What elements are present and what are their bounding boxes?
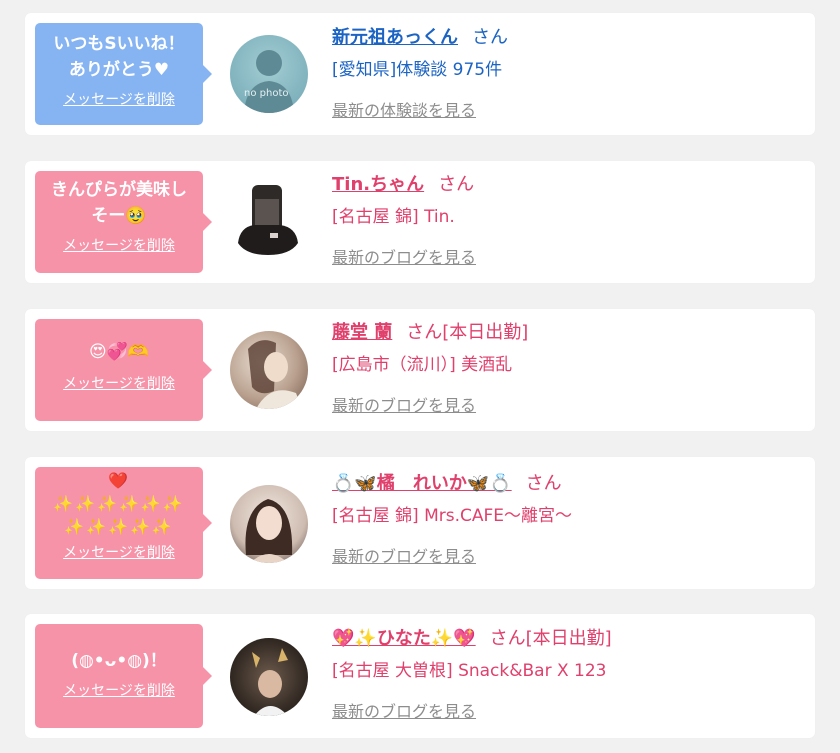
delete-message-link[interactable]: メッセージを削除: [41, 682, 197, 700]
avatar[interactable]: no photo: [230, 35, 308, 113]
message-list: いつもSいいね！ ありがとう♥ メッセージを削除 no photo 新元祖あっく…: [0, 0, 840, 753]
honorific: さん: [472, 27, 508, 48]
message-card: いつもSいいね！ ありがとう♥ メッセージを削除 no photo 新元祖あっく…: [25, 13, 815, 135]
avatar-illustration-icon: [238, 185, 298, 255]
view-latest-link[interactable]: 最新のブログを見る: [332, 392, 476, 416]
view-latest-link[interactable]: 最新のブログを見る: [332, 543, 476, 567]
user-location: [名古屋 大曽根] Snack&Bar X 123: [332, 661, 607, 681]
message-text: (◍•ᴗ•◍)！: [71, 651, 167, 671]
delete-message-link[interactable]: メッセージを削除: [41, 375, 197, 393]
message-text: ❤️ ✨✨✨✨✨✨ ✨✨✨✨✨: [53, 471, 185, 536]
avatar[interactable]: [230, 638, 308, 716]
name-row: 新元祖あっくん さん: [332, 25, 508, 51]
honorific: さん[本日出勤]: [406, 322, 529, 343]
message-bubble: (◍•ᴗ•◍)！ メッセージを削除: [35, 624, 212, 728]
message-card: (◍•ᴗ•◍)！ メッセージを削除 💖✨ひなた✨💖 さん[本日出勤] [名古屋 大…: [25, 614, 815, 738]
message-bubble: 😍💞🫶 メッセージを削除: [35, 319, 212, 421]
name-row: 💍🦋橘 れいか🦋💍 さん: [332, 471, 572, 497]
avatar-placeholder-text: no photo: [244, 88, 289, 99]
message-bubble: いつもSいいね！ ありがとう♥ メッセージを削除: [35, 23, 212, 125]
delete-message-link[interactable]: メッセージを削除: [41, 91, 197, 109]
user-name-link[interactable]: 💖✨ひなた✨💖: [332, 628, 476, 649]
delete-message-link[interactable]: メッセージを削除: [41, 544, 197, 562]
avatar-photo-icon: [252, 648, 288, 716]
message-card: 😍💞🫶 メッセージを削除 藤堂 蘭さん[本日出勤] [広島市（流川）] 美酒乱 …: [25, 309, 815, 431]
avatar-photo-icon: [248, 340, 302, 409]
user-name-link[interactable]: 💍🦋橘 れいか🦋💍: [332, 473, 512, 494]
user-name-link[interactable]: 新元祖あっくん: [332, 27, 458, 48]
card-info: 藤堂 蘭さん[本日出勤] [広島市（流川）] 美酒乱 最新のブログを見る: [332, 320, 528, 416]
view-latest-link[interactable]: 最新の体験談を見る: [332, 97, 476, 121]
avatar-photo-icon: [245, 499, 293, 563]
avatar[interactable]: [230, 485, 308, 563]
card-info: Tin.ちゃん さん [名古屋 錦] Tin. 最新のブログを見る: [332, 172, 476, 268]
user-location: [愛知県]体験談 975件: [332, 60, 503, 80]
user-location: [名古屋 錦] Mrs.CAFE～離宮～: [332, 506, 573, 526]
name-row: 藤堂 蘭さん[本日出勤]: [332, 320, 528, 346]
delete-message-link[interactable]: メッセージを削除: [41, 237, 197, 255]
name-row: 💖✨ひなた✨💖 さん[本日出勤]: [332, 626, 612, 652]
view-latest-link[interactable]: 最新のブログを見る: [332, 244, 476, 268]
message-text: いつもSいいね！ ありがとう♥: [53, 34, 185, 80]
message-card: きんぴらが美味し そー🥹 メッセージを削除 Tin.ちゃん さん [名古屋 錦] …: [25, 161, 815, 283]
honorific: さん[本日出勤]: [489, 628, 612, 649]
user-name-link[interactable]: Tin.ちゃん: [332, 174, 424, 195]
user-name-link[interactable]: 藤堂 蘭: [332, 322, 392, 343]
honorific: さん: [438, 174, 475, 195]
card-info: 💍🦋橘 れいか🦋💍 さん [名古屋 錦] Mrs.CAFE～離宮～ 最新のブログを…: [332, 471, 572, 567]
view-latest-link[interactable]: 最新のブログを見る: [332, 698, 476, 722]
card-info: 新元祖あっくん さん [愛知県]体験談 975件 最新の体験談を見る: [332, 25, 508, 121]
no-photo-silhouette-icon: [244, 50, 294, 113]
honorific: さん: [525, 473, 562, 494]
message-text: きんぴらが美味し そー🥹: [51, 180, 187, 226]
message-card: ❤️ ✨✨✨✨✨✨ ✨✨✨✨✨ メッセージを削除 💍🦋橘 れいか🦋💍 さん [名古…: [25, 457, 815, 589]
user-location: [広島市（流川）] 美酒乱: [332, 355, 513, 375]
name-row: Tin.ちゃん さん: [332, 172, 476, 198]
card-info: 💖✨ひなた✨💖 さん[本日出勤] [名古屋 大曽根] Snack&Bar X 12…: [332, 626, 612, 722]
message-bubble: きんぴらが美味し そー🥹 メッセージを削除: [35, 171, 212, 273]
user-location: [名古屋 錦] Tin.: [332, 207, 455, 227]
avatar[interactable]: [230, 181, 308, 259]
message-bubble: ❤️ ✨✨✨✨✨✨ ✨✨✨✨✨ メッセージを削除: [35, 467, 212, 579]
avatar[interactable]: [230, 331, 308, 409]
message-text: 😍💞🫶: [88, 342, 150, 362]
